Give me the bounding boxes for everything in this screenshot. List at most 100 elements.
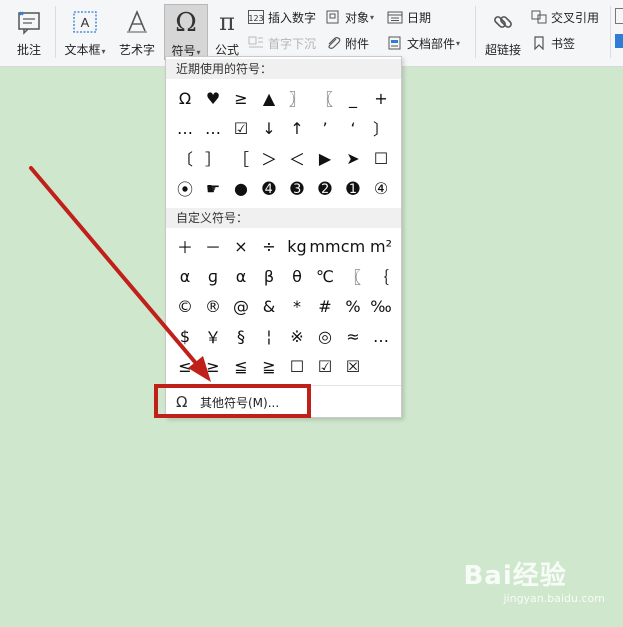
symbol-cell[interactable]: … [199,113,227,143]
symbol-cell[interactable]: ￥ [199,321,227,351]
symbol-cell[interactable]: 〖 [311,83,339,113]
symbol-cell[interactable]: * [283,291,311,321]
symbol-cell[interactable]: ➤ [339,143,367,173]
symbol-cell[interactable]: ÷ [255,231,283,261]
symbol-cell[interactable]: © [171,291,199,321]
symbol-cell[interactable]: β [255,261,283,291]
symbol-cell[interactable]: ］ [199,143,227,173]
symbol-cell[interactable]: 〕 [367,113,395,143]
attachment-button[interactable]: 附件 [324,33,369,53]
symbol-cell[interactable]: α [227,261,255,291]
symbol-cell[interactable]: ≤ [171,351,199,381]
divider [475,6,476,58]
symbol-cell[interactable]: ↑ [283,113,311,143]
symbol-cell[interactable]: ④ [367,173,395,203]
symbol-cell[interactable]: α [171,261,199,291]
symbol-cell[interactable]: 〖 [339,261,367,291]
symbol-cell[interactable]: ☛ [199,173,227,203]
wordart-button[interactable]: 艺术字 [115,4,159,60]
symbol-cell[interactable]: ［ [227,143,255,173]
formula-button[interactable]: π 公式 [211,4,243,60]
symbol-cell[interactable]: cm [339,231,367,261]
symbol-cell[interactable]: ｛ [367,261,395,291]
symbol-cell[interactable]: # [311,291,339,321]
symbol-cell[interactable]: + [367,83,395,113]
custom-symbols-grid: ＋－ × ÷ kg mm cm m² α ɡ α β θ ℃ 〖｛ © ® @ & * #% ‰ $ ￥ § ¦ ※ ◎ ≈… ≤ ≥ ≦ ≧… [171,231,395,381]
symbol-cell[interactable]: ≈ [339,321,367,351]
insert-number-label: 插入数字 [268,10,317,25]
symbol-cell[interactable]: ↓ [255,113,283,143]
symbol-cell[interactable]: _ [339,83,367,113]
watermark-logo: Bai经验 [463,561,567,591]
symbol-cell[interactable]: ＜ [283,143,311,173]
symbol-cell[interactable]: Ω [171,83,199,113]
symbol-cell[interactable]: ℃ [311,261,339,291]
symbol-cell[interactable]: ☐ [367,143,395,173]
number-icon: 123 [247,9,265,25]
symbol-cell[interactable]: ≥ [227,83,255,113]
symbol-cell[interactable]: 〗 [283,83,311,113]
symbol-cell[interactable]: ≧ [255,351,283,381]
overflow-icon[interactable] [615,34,623,48]
attachment-label: 附件 [345,36,370,51]
symbol-cell[interactable]: ɡ [199,261,227,291]
symbol-cell[interactable]: ➊ [339,173,367,203]
symbol-cell[interactable]: mm [309,231,340,261]
symbol-cell[interactable]: @ [227,291,255,321]
doc-parts-label: 文档部件 [407,36,456,51]
textbox-button[interactable]: A 文本框▾ [60,4,110,60]
symbol-cell[interactable]: ⦿ [171,173,199,203]
symbol-cell[interactable]: ☑ [311,351,339,381]
insert-number-button[interactable]: 123 插入数字 [247,7,316,27]
symbol-cell[interactable]: θ [283,261,311,291]
symbol-cell[interactable]: ≦ [227,351,255,381]
drop-cap-button[interactable]: 首字下沉 [247,33,316,53]
symbol-cell[interactable]: ➌ [283,173,311,203]
cross-ref-button[interactable]: 交叉引用 [530,7,599,27]
symbol-cell[interactable]: ➍ [255,173,283,203]
symbol-cell[interactable]: ＋ [171,231,199,261]
watermark: Bai经验 jingyan.baidu.com [463,555,605,605]
symbol-cell[interactable]: ※ [283,321,311,351]
symbol-cell[interactable]: … [171,113,199,143]
object-label: 对象 [345,10,370,25]
symbol-cell[interactable]: ☒ [339,351,367,381]
calendar-icon [386,9,404,25]
symbol-cell[interactable]: ‰ [367,291,395,321]
doc-parts-button[interactable]: 文档部件 ▾ [386,33,460,53]
date-button[interactable]: 日期 [386,7,431,27]
symbol-cell[interactable]: % [339,291,367,321]
symbol-cell[interactable]: ♥ [199,83,227,113]
comment-button[interactable]: 批注 [10,4,48,60]
symbol-cell[interactable]: $ [171,321,199,351]
symbol-cell[interactable]: 〔 [171,143,199,173]
symbol-cell[interactable]: ’ [311,113,339,143]
symbol-cell[interactable]: ◎ [311,321,339,351]
symbol-cell[interactable]: ☑ [227,113,255,143]
symbol-cell[interactable]: ® [199,291,227,321]
symbol-cell[interactable]: … [367,321,395,351]
symbol-cell[interactable]: ‘ [339,113,367,143]
symbol-cell[interactable]: § [227,321,255,351]
symbol-cell[interactable]: m² [367,231,395,261]
symbol-cell[interactable]: ¦ [255,321,283,351]
symbol-cell[interactable]: ≥ [199,351,227,381]
svg-text:A: A [81,15,90,30]
bookmark-button[interactable]: 书签 [530,33,575,53]
symbol-cell[interactable]: ● [227,173,255,203]
symbol-cell[interactable]: kg [283,231,311,261]
symbol-button[interactable]: Ω 符号▾ [164,4,208,60]
symbol-cell[interactable]: ＞ [255,143,283,173]
symbol-cell[interactable]: ▲ [255,83,283,113]
drop-cap-label: 首字下沉 [268,36,317,51]
object-button[interactable]: 对象 ▾ [324,7,374,27]
symbol-cell[interactable]: ▶ [311,143,339,173]
hyperlink-button[interactable]: 超链接 [481,4,525,60]
symbol-cell[interactable]: & [255,291,283,321]
symbol-cell[interactable]: ➋ [311,173,339,203]
symbol-cell[interactable]: × [227,231,255,261]
symbol-cell[interactable]: ☐ [283,351,311,381]
overflow-icon[interactable] [615,8,623,24]
bookmark-label: 书签 [551,36,576,51]
symbol-cell[interactable]: － [199,231,227,261]
